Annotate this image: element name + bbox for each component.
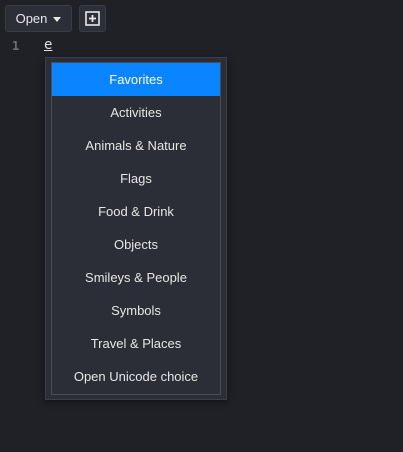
emoji-category-menu: Favorites Activities Animals & Nature Fl…: [45, 57, 227, 400]
menu-item-food-drink[interactable]: Food & Drink: [52, 195, 220, 228]
menu-item-objects[interactable]: Objects: [52, 228, 220, 261]
menu-item-favorites[interactable]: Favorites: [52, 63, 220, 96]
editor-line-text[interactable]: e: [44, 37, 52, 53]
menu-item-symbols[interactable]: Symbols: [52, 294, 220, 327]
chevron-down-icon: [53, 16, 62, 22]
open-button-label: Open: [15, 11, 48, 26]
open-button[interactable]: Open: [5, 5, 72, 32]
menu-item-flags[interactable]: Flags: [52, 162, 220, 195]
line-number: 1: [12, 39, 20, 53]
menu-item-animals-nature[interactable]: Animals & Nature: [52, 129, 220, 162]
menu-item-open-unicode-choice[interactable]: Open Unicode choice: [52, 360, 220, 393]
menu-item-travel-places[interactable]: Travel & Places: [52, 327, 220, 360]
add-tab-icon: [85, 11, 100, 26]
menu-list: Favorites Activities Animals & Nature Fl…: [51, 62, 221, 395]
menu-item-smileys-people[interactable]: Smileys & People: [52, 261, 220, 294]
menu-item-activities[interactable]: Activities: [52, 96, 220, 129]
toolbar: Open: [0, 0, 403, 36]
new-tab-button[interactable]: [79, 5, 106, 32]
